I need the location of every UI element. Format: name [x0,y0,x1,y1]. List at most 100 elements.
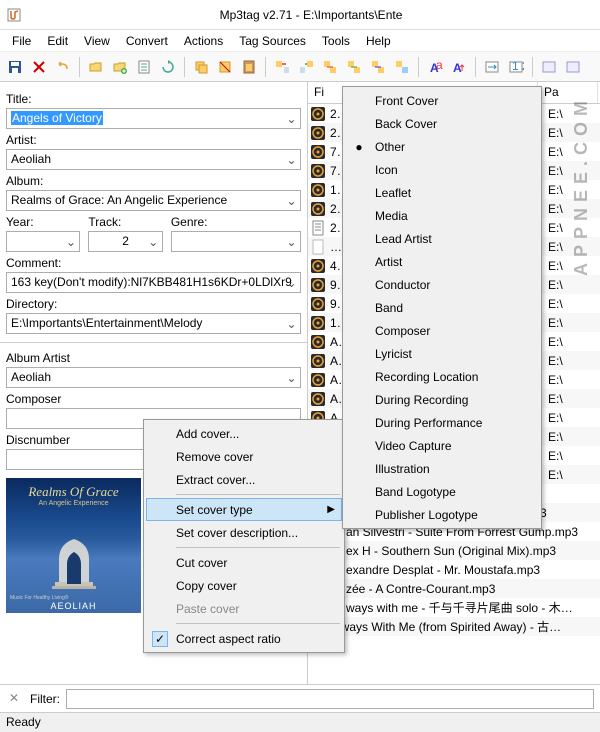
file-name: ex H - Southern Sun (Original Mix).mp3 [346,544,598,558]
genre-input[interactable] [171,231,301,252]
menu-item[interactable]: Lyricist [345,342,539,365]
file-icon [310,125,326,141]
tag-to-file-icon[interactable] [271,56,293,78]
menu-separator [176,494,340,495]
folder-add-icon[interactable] [109,56,131,78]
menu-item[interactable]: Remove cover [146,445,342,468]
menu-item[interactable]: Extract cover... [146,468,342,491]
window-title: Mp3tag v2.71 - E:\Importants\Ente [28,8,594,22]
directory-input[interactable]: E:\Importants\Entertainment\Melody [6,313,301,334]
menu-item-label: Icon [375,163,398,177]
menu-item[interactable]: Video Capture [345,434,539,457]
menu-convert[interactable]: Convert [118,32,176,50]
menu-item[interactable]: Publisher Logotype [345,503,539,526]
app-icon [6,7,22,23]
cut-tag-icon[interactable] [214,56,236,78]
albumartist-input[interactable]: Aeoliah [6,367,301,388]
save-icon[interactable] [4,56,26,78]
paste-tag-icon[interactable] [238,56,260,78]
menu-item[interactable]: Media [345,204,539,227]
comment-input[interactable]: 163 key(Don't modify):Nl7KBB481H1s6KDr+0… [6,272,301,293]
file-path: E:\ [548,240,598,254]
filter-input[interactable] [66,689,594,709]
album-input[interactable]: Realms of Grace: An Angelic Experience [6,190,301,211]
title-input[interactable]: Angels of Victory [6,108,301,129]
menu-item[interactable]: Set cover description... [146,521,342,544]
autonumber-icon[interactable]: 1 2 [505,56,527,78]
file-path: E:\ [548,373,598,387]
file-path: E:\ [548,183,598,197]
menu-item[interactable]: Band [345,296,539,319]
file-to-tag-icon[interactable] [295,56,317,78]
toolbar-separator [418,57,419,77]
menu-item-label: Front Cover [375,94,438,108]
column-path[interactable]: Pa [538,82,598,103]
menu-item[interactable]: Add cover... [146,422,342,445]
file-name: zée - A Contre-Courant.mp3 [346,582,598,596]
menu-item[interactable]: Recording Location [345,365,539,388]
chevron-right-icon: ▶ [327,504,335,515]
menu-item[interactable]: During Performance [345,411,539,434]
toolbar: Aa A 1 2 [0,52,600,82]
svg-text:a: a [436,59,443,72]
table-row[interactable]: exandre Desplat - Mr. Moustafa.mp3 [308,560,600,579]
menu-item[interactable]: ✓Correct aspect ratio [146,627,342,650]
number-icon[interactable] [481,56,503,78]
menu-item[interactable]: Lead Artist [345,227,539,250]
menu-item[interactable]: Band Logotype [345,480,539,503]
menu-view[interactable]: View [76,32,118,50]
menu-item[interactable]: Paste cover [146,597,342,620]
album-label: Album: [6,174,301,188]
menu-tag-sources[interactable]: Tag Sources [231,32,314,50]
menu-item-label: Paste cover [176,602,239,616]
menu-item[interactable]: Cut cover [146,551,342,574]
menu-actions[interactable]: Actions [176,32,231,50]
menu-item[interactable]: Leaflet [345,181,539,204]
tag-action3-icon[interactable] [367,56,389,78]
menu-item[interactable]: Set cover type▶ [146,498,342,521]
table-row[interactable]: ways with me - 千与千寻片尾曲 solo - 木… [308,598,600,617]
artist-input[interactable]: Aeoliah [6,149,301,170]
file-icon [310,315,326,331]
menu-item[interactable]: Conductor [345,273,539,296]
menu-item[interactable]: Illustration [345,457,539,480]
menu-file[interactable]: File [4,32,39,50]
delete-icon[interactable] [28,56,50,78]
title-bar: Mp3tag v2.71 - E:\Importants\Ente [0,0,600,30]
menu-item[interactable]: During Recording [345,388,539,411]
menu-edit[interactable]: Edit [39,32,76,50]
case-icon[interactable]: A [448,56,470,78]
menu-item[interactable]: Composer [345,319,539,342]
file-path: E:\ [548,335,598,349]
menu-item[interactable]: Copy cover [146,574,342,597]
clear-filter-icon[interactable]: ✕ [6,691,22,707]
refresh-icon[interactable] [157,56,179,78]
menu-help[interactable]: Help [358,32,399,50]
track-input[interactable]: 2 [88,231,162,252]
playlist-icon[interactable] [133,56,155,78]
menu-tools[interactable]: Tools [314,32,358,50]
table-row[interactable]: zée - A Contre-Courant.mp3 [308,579,600,598]
tag-action2-icon[interactable] [343,56,365,78]
help-icon[interactable] [562,56,584,78]
toolbar-separator [184,57,185,77]
toolbar-separator [532,57,533,77]
menu-item[interactable]: Front Cover [345,89,539,112]
cover-art[interactable]: Realms Of Grace An Angelic Experience AE… [6,478,141,613]
table-row[interactable]: Always With Me (from Spirited Away) - 古… [308,617,600,636]
menu-item[interactable]: Back Cover [345,112,539,135]
tag-action4-icon[interactable] [391,56,413,78]
table-row[interactable]: ex H - Southern Sun (Original Mix).mp3 [308,541,600,560]
artist-label: Artist: [6,133,301,147]
tools-icon[interactable] [538,56,560,78]
undo-icon[interactable] [52,56,74,78]
folder-open-icon[interactable] [85,56,107,78]
year-input[interactable] [6,231,80,252]
copy-tag-icon[interactable] [190,56,212,78]
tag-action-icon[interactable] [319,56,341,78]
menu-item[interactable]: Icon [345,158,539,181]
actions-icon[interactable]: Aa [424,56,446,78]
menu-item[interactable]: ●Other [345,135,539,158]
albumartist-label: Album Artist [6,351,301,365]
menu-item[interactable]: Artist [345,250,539,273]
